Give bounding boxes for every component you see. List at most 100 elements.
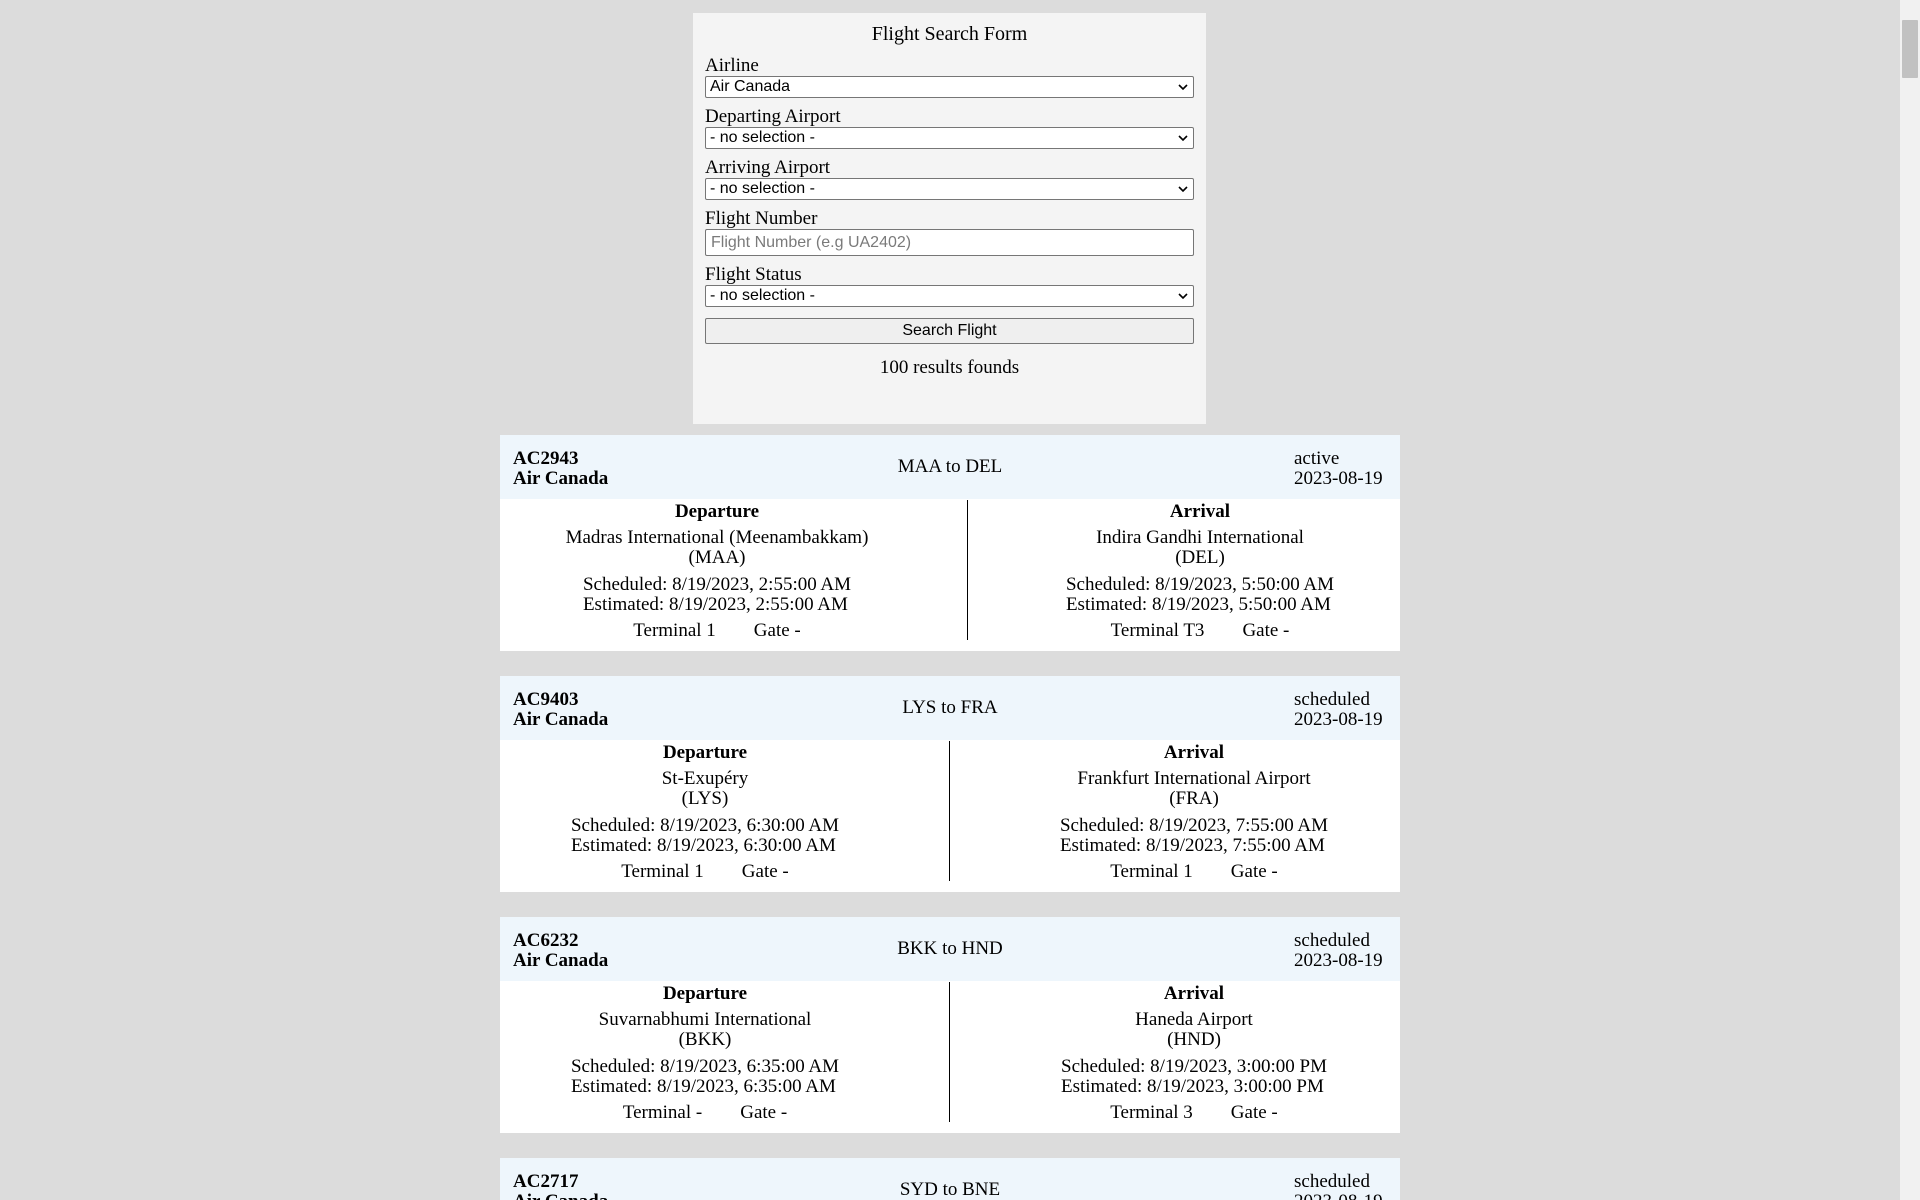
airline-select[interactable]: Air Canada	[705, 76, 1194, 98]
flight-number-input[interactable]: Flight Number (e.g UA2402)	[705, 229, 1194, 256]
arrival-times: Scheduled: 8/19/2023, 5:50:00 AM Estimat…	[1066, 575, 1334, 615]
departure-airport-name: St-Exupéry	[661, 768, 749, 789]
arrival-airport-name: Frankfurt International Airport	[1077, 768, 1311, 789]
arrival-airport: Frankfurt International Airport (FRA)	[1012, 769, 1376, 809]
arriving-airport-label: Arriving Airport	[705, 157, 831, 178]
departure-title: Departure	[662, 983, 748, 1004]
arrival-scheduled: Scheduled: 8/19/2023, 3:00:00 PM	[1061, 1056, 1327, 1077]
departure-terminal-gate: Terminal - Gate -	[532, 1103, 878, 1123]
arrival-title: Arrival	[1163, 742, 1225, 763]
arriving-airport-select[interactable]: - no selection -	[705, 178, 1194, 200]
arrival-terminal: Terminal 3	[1110, 1102, 1193, 1123]
flight-status-info: active 2023-08-19	[1294, 449, 1383, 489]
departure-scheduled: Scheduled: 8/19/2023, 2:55:00 AM	[582, 574, 852, 595]
flight-card: AC9403 Air Canada LYS to FRA scheduled 2…	[500, 676, 1400, 892]
departure-column: Departure Madras International (Meenamba…	[530, 499, 904, 641]
arrival-airport-code: (FRA)	[1169, 788, 1219, 809]
flight-status-select[interactable]: - no selection -	[705, 285, 1194, 307]
form-title: Flight Search Form	[871, 23, 1028, 45]
flight-date: 2023-08-19	[1294, 468, 1383, 489]
departing-airport-label: Departing Airport	[705, 106, 841, 127]
arrival-airport: Haneda Airport (HND)	[1012, 1010, 1376, 1050]
airline-label: Airline	[705, 55, 759, 76]
column-divider	[949, 982, 950, 1122]
departure-estimated: Estimated: 8/19/2023, 6:30:00 AM	[570, 835, 836, 856]
arrival-title: Arrival	[1163, 983, 1225, 1004]
search-flight-button[interactable]: Search Flight	[705, 318, 1194, 344]
flight-date: 2023-08-19	[1294, 950, 1383, 971]
departure-terminal: Terminal -	[622, 1102, 703, 1123]
flight-card: AC2717 Air Canada SYD to BNE scheduled 2…	[500, 1158, 1400, 1200]
arrival-title: Arrival	[1169, 501, 1231, 522]
arrival-column: Arrival Indira Gandhi International (DEL…	[1020, 499, 1380, 641]
flight-status-info: scheduled 2023-08-19	[1294, 690, 1383, 730]
departure-gate: Gate -	[741, 861, 789, 882]
departure-airport-code: (MAA)	[688, 547, 746, 568]
departure-airport-code: (LYS)	[681, 788, 729, 809]
flight-status: scheduled	[1294, 1171, 1370, 1192]
arrival-airport-code: (DEL)	[1175, 547, 1225, 568]
departure-gate: Gate -	[753, 620, 801, 641]
departure-scheduled: Scheduled: 8/19/2023, 6:30:00 AM	[570, 815, 840, 836]
flight-route: SYD to BNE	[899, 1179, 1001, 1200]
departure-gate: Gate -	[740, 1102, 788, 1123]
departure-terminal-gate: Terminal 1 Gate -	[530, 621, 904, 641]
departure-times: Scheduled: 8/19/2023, 6:30:00 AM Estimat…	[571, 816, 839, 856]
results-count: 100 results founds	[879, 357, 1020, 378]
arrival-estimated: Estimated: 8/19/2023, 3:00:00 PM	[1061, 1076, 1324, 1097]
flight-card-header: AC9403 Air Canada LYS to FRA scheduled 2…	[500, 676, 1400, 740]
flight-status-label: Flight Status	[705, 264, 802, 285]
departing-airport-select[interactable]: - no selection -	[705, 127, 1194, 149]
arrival-terminal-gate: Terminal T3 Gate -	[1020, 621, 1380, 641]
arrival-estimated: Estimated: 8/19/2023, 7:55:00 AM	[1059, 835, 1325, 856]
arrival-scheduled: Scheduled: 8/19/2023, 7:55:00 AM	[1059, 815, 1329, 836]
arrival-gate: Gate -	[1242, 620, 1290, 641]
column-divider	[967, 500, 968, 640]
chevron-down-icon	[1177, 183, 1189, 195]
vertical-scrollbar[interactable]	[1900, 0, 1920, 1200]
flight-card-header: AC2717 Air Canada SYD to BNE scheduled 2…	[500, 1158, 1400, 1200]
departure-airport: Suvarnabhumi International (BKK)	[532, 1010, 878, 1050]
column-divider	[949, 741, 950, 881]
flight-number-label: Flight Number	[705, 208, 818, 229]
departure-terminal-gate: Terminal 1 Gate -	[532, 862, 878, 882]
arrival-estimated: Estimated: 8/19/2023, 5:50:00 AM	[1065, 594, 1331, 615]
departure-terminal: Terminal 1	[621, 861, 704, 882]
flight-date: 2023-08-19	[1294, 1192, 1383, 1200]
flight-route: BKK to HND	[897, 938, 1003, 959]
arriving-airport-value: - no selection -	[710, 180, 815, 197]
flight-card-header: AC6232 Air Canada BKK to HND scheduled 2…	[500, 917, 1400, 981]
scrollbar-thumb[interactable]	[1902, 20, 1918, 78]
flight-card-header: AC2943 Air Canada MAA to DEL active 2023…	[500, 435, 1400, 499]
airline-select-value: Air Canada	[710, 78, 791, 95]
chevron-down-icon	[1177, 81, 1189, 93]
arrival-terminal-gate: Terminal 3 Gate -	[1012, 1103, 1376, 1123]
arrival-airport-name: Indira Gandhi International	[1096, 527, 1304, 548]
arrival-times: Scheduled: 8/19/2023, 7:55:00 AM Estimat…	[1060, 816, 1328, 856]
arrival-terminal: Terminal 1	[1110, 861, 1193, 882]
chevron-down-icon	[1177, 132, 1189, 144]
departure-title: Departure	[662, 742, 748, 763]
arrival-column: Arrival Frankfurt International Airport …	[1012, 740, 1376, 882]
departure-scheduled: Scheduled: 8/19/2023, 6:35:00 AM	[570, 1056, 840, 1077]
flight-route: MAA to DEL	[897, 456, 1003, 477]
departure-airport-name: Madras International (Meenambakkam)	[565, 527, 869, 548]
arrival-gate: Gate -	[1230, 1102, 1278, 1123]
arrival-airport-name: Haneda Airport	[1135, 1009, 1253, 1030]
departure-airport-name: Suvarnabhumi International	[598, 1009, 812, 1030]
departure-estimated: Estimated: 8/19/2023, 6:35:00 AM	[570, 1076, 836, 1097]
arrival-times: Scheduled: 8/19/2023, 3:00:00 PM Estimat…	[1061, 1057, 1327, 1097]
flight-status-info: scheduled 2023-08-19	[1294, 931, 1383, 971]
departure-terminal: Terminal 1	[633, 620, 716, 641]
chevron-down-icon	[1177, 290, 1189, 302]
flight-search-form: Flight Search Form Airline Air Canada De…	[693, 13, 1206, 424]
departure-airport: St-Exupéry (LYS)	[532, 769, 878, 809]
departure-airport-code: (BKK)	[678, 1029, 732, 1050]
departure-column: Departure St-Exupéry (LYS) Scheduled: 8/…	[532, 740, 878, 882]
departing-airport-value: - no selection -	[710, 129, 815, 146]
departure-airport: Madras International (Meenambakkam) (MAA…	[530, 528, 904, 568]
departure-times: Scheduled: 8/19/2023, 6:35:00 AM Estimat…	[571, 1057, 839, 1097]
arrival-column: Arrival Haneda Airport (HND) Scheduled: …	[1012, 981, 1376, 1123]
arrival-scheduled: Scheduled: 8/19/2023, 5:50:00 AM	[1065, 574, 1335, 595]
flight-card: AC2943 Air Canada MAA to DEL active 2023…	[500, 435, 1400, 651]
